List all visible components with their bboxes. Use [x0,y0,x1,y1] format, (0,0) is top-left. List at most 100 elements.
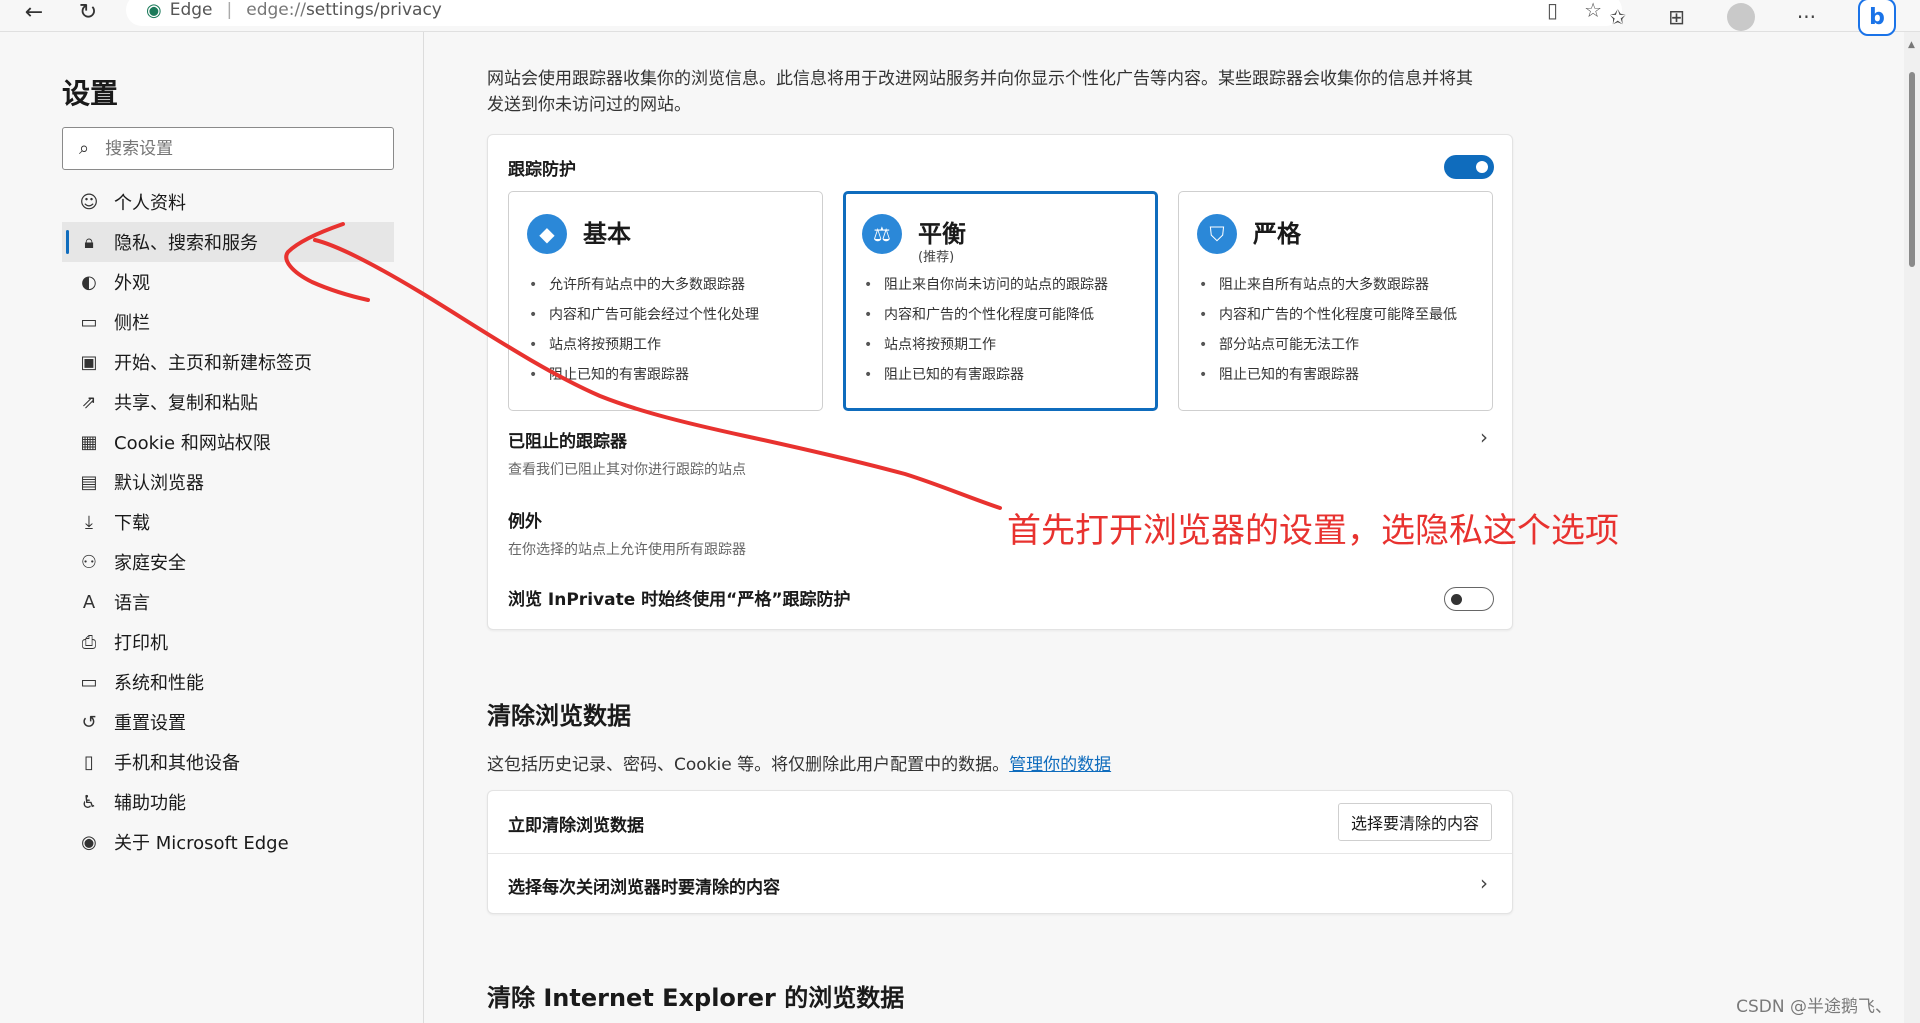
page-scrollbar[interactable]: ▲ [1904,32,1920,1023]
exceptions-sub: 在你选择的站点上允许使用所有跟踪器 [508,542,746,558]
option-bullets: 阻止来自所有站点的大多数跟踪器 内容和广告的个性化程度可能降至最低 部分站点可能… [1199,270,1457,390]
ie-clear-data-title: 清除 Internet Explorer 的浏览数据 [487,984,905,1012]
balance-scale-icon: ⚖︎ [862,214,902,254]
bing-chat-icon[interactable]: b [1858,0,1896,36]
basic-shield-icon: ◆ [527,214,567,254]
browser-toolbar: ← ↻ ◉ Edge | edge://settings/privacy ▯ ☆… [0,0,1920,36]
sidebar-item-cookies[interactable]: ▦ Cookie 和网站权限 [62,422,394,462]
sidebar-item-default-browser[interactable]: ▤ 默认浏览器 [62,462,394,502]
sidebar-item-phone[interactable]: ▯ 手机和其他设备 [62,742,394,782]
option-bullet: 站点将按预期工作 [864,330,1108,360]
phone-icon: ▯ [84,751,94,773]
annotation-text: 首先打开浏览器的设置，选隐私这个选项 [1007,511,1619,551]
palette-icon: ◐ [81,271,97,293]
sidebar-item-sidebar[interactable]: ▭ 侧栏 [62,302,394,342]
sidebar-item-label: 侧栏 [114,313,150,334]
settings-nav-list: ☺ 个人资料 🔒︎ 隐私、搜索和服务 ◐ 外观 ▭ 侧栏 ▣ 开始、主页和新建标签页 ⇗ 共… [62,182,394,862]
sidebar-item-label: 下载 [114,513,150,534]
sidebar-item-label: 重置设置 [114,713,186,734]
sidebar-item-label: 个人资料 [114,193,186,214]
sidebar-item-label: 手机和其他设备 [114,753,240,774]
favorites-icon[interactable]: ✩ [1609,5,1626,29]
chevron-right-icon: › [1480,871,1488,895]
tracking-prevention-toggle[interactable] [1444,155,1494,179]
divider [488,853,1512,854]
sidebar-item-system[interactable]: ▭ 系统和性能 [62,662,394,702]
sidebar-item-label: Cookie 和网站权限 [114,433,271,454]
option-bullet: 阻止已知的有害跟踪器 [1199,360,1457,390]
sidebar-item-label: 外观 [114,273,150,294]
clear-data-title: 清除浏览数据 [487,702,631,730]
option-name: 基本 [583,220,631,248]
sidebar-item-accessibility[interactable]: ♿︎ 辅助功能 [62,782,394,822]
exceptions-title: 例外 [508,512,542,532]
option-bullet: 内容和广告的个性化程度可能降至最低 [1199,300,1457,330]
profile-icon: ☺ [79,191,99,213]
settings-search[interactable]: ⌕ [62,127,394,170]
sidebar-item-about[interactable]: ◉ 关于 Microsoft Edge [62,822,394,862]
option-bullet: 阻止来自你尚未访问的站点的跟踪器 [864,270,1108,300]
strict-shield-icon: ⛉ [1197,214,1237,254]
option-bullets: 允许所有站点中的大多数跟踪器 内容和广告可能会经过个性化处理 站点将按预期工作 … [529,270,759,390]
option-bullet: 部分站点可能无法工作 [1199,330,1457,360]
chevron-right-icon: › [1480,425,1488,449]
sidebar-item-label: 开始、主页和新建标签页 [114,353,312,374]
profile-avatar[interactable] [1726,3,1755,31]
download-icon: ⤓ [85,511,93,533]
edge-logo-icon: ◉ [146,0,162,21]
choose-what-to-clear-button[interactable]: 选择要清除的内容 [1337,803,1492,841]
sidebar-item-privacy[interactable]: 🔒︎ 隐私、搜索和服务 [62,222,394,262]
search-input[interactable] [105,138,366,159]
inprivate-strict-toggle[interactable] [1444,587,1494,611]
option-bullet: 允许所有站点中的大多数跟踪器 [529,270,759,300]
inprivate-strict-label: 浏览 InPrivate 时始终使用“严格”跟踪防护 [508,590,851,610]
sidebar-item-downloads[interactable]: ⤓ 下载 [62,502,394,542]
collections-icon[interactable]: ⊞ [1668,5,1685,29]
scroll-up-icon[interactable]: ▲ [1908,40,1915,50]
option-bullet: 阻止已知的有害跟踪器 [864,360,1108,390]
tracking-intro-line2: 发送到你未访问过的网站。 [487,95,691,115]
sidebar-item-family[interactable]: ⚇ 家庭安全 [62,542,394,582]
settings-sidebar: 设置 ⌕ ☺ 个人资料 🔒︎ 隐私、搜索和服务 ◐ 外观 ▭ 侧栏 ▣ 开始、主页和新建标… [0,32,424,1023]
tracking-intro: 网站会使用跟踪器收集你的浏览信息。此信息将用于改进网站服务并向你显示个性化广告等… [487,66,1517,118]
address-separator: | [226,0,233,20]
sidebar-item-profile[interactable]: ☺ 个人资料 [62,182,394,222]
sidebar-item-share-copy[interactable]: ⇗ 共享、复制和粘贴 [62,382,394,422]
option-balanced[interactable]: ⚖︎ 平衡 (推荐) 阻止来自你尚未访问的站点的跟踪器 内容和广告的个性化程度可… [843,191,1158,411]
sidebar-item-label: 系统和性能 [114,673,204,694]
url-scheme: edge:// [246,0,306,20]
option-basic[interactable]: ◆ 基本 允许所有站点中的大多数跟踪器 内容和广告可能会经过个性化处理 站点将按… [508,191,823,411]
tracking-prevention-card: 跟踪防护 ◆ 基本 允许所有站点中的大多数跟踪器 内容和广告可能会经过个性化处理… [487,134,1513,630]
family-icon: ⚇ [80,551,98,573]
clear-on-close-label: 选择每次关闭浏览器时要清除的内容 [508,878,780,898]
option-bullet: 内容和广告的个性化程度可能降低 [864,300,1108,330]
sidebar-item-label: 语言 [114,593,150,614]
option-strict[interactable]: ⛉ 严格 阻止来自所有站点的大多数跟踪器 内容和广告的个性化程度可能降至最低 部… [1178,191,1493,411]
clear-data-desc: 这包括历史记录、密码、Cookie 等。将仅删除此用户配置中的数据。管理你的数据 [487,750,1111,775]
sidebar-item-reset[interactable]: ↺ 重置设置 [62,702,394,742]
more-options-icon[interactable]: ··· [1797,5,1816,29]
sidebar-item-languages[interactable]: A 语言 [62,582,394,622]
refresh-icon[interactable]: ↻ [72,0,104,25]
sidebar-item-label: 关于 Microsoft Edge [114,833,289,854]
sidebar-item-label: 辅助功能 [114,793,186,814]
add-favorite-icon[interactable]: ☆ [1584,0,1602,22]
accessibility-icon: ♿︎ [80,791,98,813]
reading-view-icon[interactable]: ▯ [1547,0,1558,22]
scroll-thumb[interactable] [1909,72,1915,267]
sidebar-item-start-home[interactable]: ▣ 开始、主页和新建标签页 [62,342,394,382]
tracking-prevention-title: 跟踪防护 [508,160,576,180]
option-recommended: (推荐) [918,250,955,265]
clear-now-label: 立即清除浏览数据 [508,816,644,836]
sidebar-item-printers[interactable]: ⎙ 打印机 [62,622,394,662]
sidebar-item-appearance[interactable]: ◐ 外观 [62,262,394,302]
laptop-icon: ▭ [80,671,98,693]
blocked-trackers-sub: 查看我们已阻止其对你进行跟踪的站点 [508,462,746,478]
option-bullet: 内容和广告可能会经过个性化处理 [529,300,759,330]
manage-data-link[interactable]: 管理你的数据 [1009,755,1111,775]
back-arrow-icon[interactable]: ← [18,0,50,25]
address-url: edge://settings/privacy [246,0,442,20]
watermark: CSDN @半途鹅飞、 [1736,997,1892,1017]
clear-data-card: 立即清除浏览数据 选择要清除的内容 选择每次关闭浏览器时要清除的内容 › [487,790,1513,914]
address-bar[interactable]: ◉ Edge | edge://settings/privacy ▯ ☆ [126,0,1622,26]
